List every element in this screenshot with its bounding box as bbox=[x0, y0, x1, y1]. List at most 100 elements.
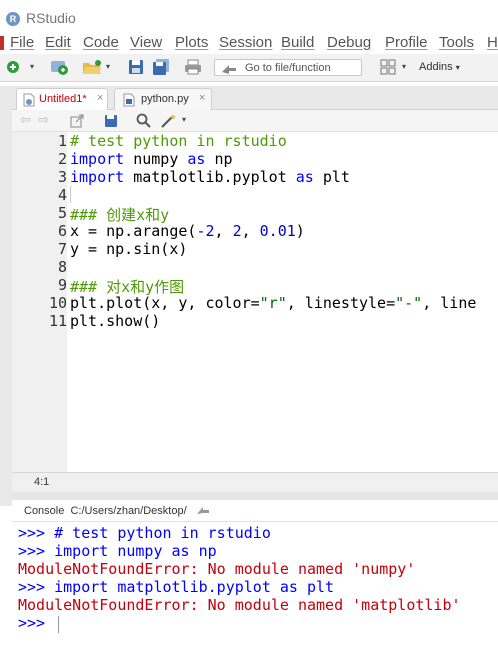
line-number: 5 bbox=[57, 204, 67, 222]
save-editor-icon[interactable] bbox=[104, 114, 118, 128]
line-number: 4 bbox=[57, 186, 67, 204]
console-prompt-line: >>> import matplotlib.pyplot as plt bbox=[18, 578, 335, 596]
line-number: 8 bbox=[57, 258, 67, 276]
menu-debug[interactable]: Debug bbox=[327, 34, 371, 51]
code-token: as bbox=[187, 150, 206, 168]
tab-label: Untitled1* bbox=[39, 93, 87, 105]
r-file-icon bbox=[23, 93, 35, 107]
magic-wand-icon[interactable] bbox=[160, 113, 178, 129]
editor-status-bar: 4:1 bbox=[12, 472, 498, 492]
console-header: Console C:/Users/zhan/Desktop/ bbox=[12, 500, 498, 522]
code-token: , linestyle= bbox=[286, 294, 396, 312]
code-line: plt.show() bbox=[70, 312, 160, 330]
code-line: plt.plot(x, y, color="r", linestyle="-",… bbox=[70, 294, 476, 312]
print-icon[interactable] bbox=[184, 59, 202, 75]
goto-file-input[interactable]: Go to file/function bbox=[214, 59, 362, 76]
rstudio-logo-icon: R bbox=[6, 12, 20, 26]
code-token: , line bbox=[422, 294, 477, 312]
new-file-icon[interactable] bbox=[6, 59, 22, 75]
console-output[interactable]: >>> # test python in rstudio >>> import n… bbox=[12, 522, 498, 645]
console-prompt-line: >>> bbox=[18, 614, 55, 632]
code-token: np bbox=[205, 150, 233, 168]
menu-code[interactable]: Code bbox=[83, 34, 119, 51]
console-error-line: ModuleNotFoundError: No module named 'nu… bbox=[18, 560, 416, 578]
close-icon[interactable]: × bbox=[97, 92, 103, 104]
menu-help[interactable]: H bbox=[487, 34, 498, 51]
code-token: 0.01 bbox=[259, 222, 296, 240]
chevron-down-icon: ▾ bbox=[455, 63, 460, 72]
code-token: matplotlib.pyplot bbox=[124, 168, 296, 186]
save-all-icon[interactable] bbox=[152, 59, 170, 75]
line-number-gutter: 1 2 3 4 5 6 7 8 9 10 11 bbox=[12, 132, 67, 472]
menu-session[interactable]: Session bbox=[219, 34, 272, 51]
text-cursor bbox=[70, 186, 71, 203]
menu-tools[interactable]: Tools bbox=[439, 34, 474, 51]
goto-arrow-icon bbox=[222, 65, 236, 74]
tab-python-py[interactable]: python.py × bbox=[114, 88, 212, 110]
console-path: C:/Users/zhan/Desktop/ bbox=[70, 505, 187, 517]
code-token: -2 bbox=[196, 222, 215, 240]
find-icon[interactable] bbox=[136, 113, 152, 129]
addins-label: Addins bbox=[419, 61, 453, 73]
code-token: as bbox=[295, 168, 314, 186]
menu-bar: File Edit Code View Plots Session Build … bbox=[0, 34, 498, 54]
console-prompt-line: >>> # test python in rstudio bbox=[18, 524, 271, 542]
console-prompt-line: >>> import numpy as np bbox=[18, 542, 217, 560]
addins-menu[interactable]: Addins ▾ bbox=[419, 61, 460, 73]
tab-label: python.py bbox=[141, 93, 189, 105]
new-file-dropdown-icon[interactable]: ▾ bbox=[30, 62, 34, 71]
console-label: Console bbox=[24, 505, 65, 517]
code-token: plt.show() bbox=[70, 312, 161, 330]
tab-untitled1[interactable]: Untitled1* × bbox=[16, 88, 108, 110]
code-line: import matplotlib.pyplot as plt bbox=[70, 168, 350, 186]
code-token: plt bbox=[313, 168, 350, 186]
open-dropdown-icon[interactable]: ▾ bbox=[106, 62, 110, 71]
line-number: 7 bbox=[57, 240, 67, 258]
title-bar: R RStudio bbox=[0, 0, 498, 34]
console-error-line: ModuleNotFoundError: No module named 'ma… bbox=[18, 596, 461, 614]
grid-icon[interactable] bbox=[380, 59, 396, 75]
line-number: 1 bbox=[57, 132, 67, 150]
code-token: # test python in rstudio bbox=[70, 132, 287, 150]
app-title: RStudio bbox=[26, 10, 76, 26]
menu-view[interactable]: View bbox=[130, 34, 162, 51]
code-line: y = np.sin(x) bbox=[70, 240, 187, 258]
console-arrow-icon[interactable] bbox=[196, 504, 210, 516]
cursor-position: 4:1 bbox=[34, 476, 50, 488]
code-token: , bbox=[241, 222, 260, 240]
grid-dropdown-icon[interactable]: ▾ bbox=[402, 62, 406, 71]
menu-file[interactable]: File bbox=[10, 34, 34, 51]
code-token: x = np.arange( bbox=[70, 222, 197, 240]
menu-edit[interactable]: Edit bbox=[45, 34, 71, 51]
menu-profile[interactable]: Profile bbox=[385, 34, 428, 51]
code-token: , bbox=[214, 222, 233, 240]
back-icon[interactable]: ⇦ bbox=[20, 112, 31, 128]
line-number: 3 bbox=[57, 168, 67, 186]
line-number: 9 bbox=[57, 276, 67, 294]
editor-toolbar: ⇦ ⇨ ▾ bbox=[12, 110, 498, 132]
forward-icon[interactable]: ⇨ bbox=[38, 112, 49, 128]
code-line: import numpy as np bbox=[70, 150, 233, 168]
code-token: import bbox=[70, 168, 125, 186]
menu-plots[interactable]: Plots bbox=[175, 34, 208, 51]
goto-file-placeholder: Go to file/function bbox=[245, 62, 331, 74]
code-tools-dropdown-icon[interactable]: ▾ bbox=[182, 115, 186, 124]
save-icon[interactable] bbox=[128, 59, 144, 75]
python-file-icon bbox=[123, 93, 135, 107]
line-number: 2 bbox=[57, 150, 67, 168]
close-icon[interactable]: × bbox=[199, 92, 205, 104]
left-pane-edge bbox=[0, 86, 12, 506]
code-token: numpy bbox=[124, 150, 188, 168]
code-line: # test python in rstudio bbox=[70, 132, 287, 150]
open-project-icon[interactable] bbox=[50, 58, 70, 76]
open-folder-icon[interactable] bbox=[82, 59, 102, 75]
code-line: x = np.arange(-2, 2, 0.01) bbox=[70, 222, 305, 240]
pane-splitter[interactable] bbox=[12, 492, 498, 500]
source-editor[interactable]: 1 2 3 4 5 6 7 8 9 10 11 # test python in rstudio im… bbox=[12, 132, 498, 472]
code-token: import bbox=[70, 150, 125, 168]
console-title[interactable]: Console C:/Users/zhan/Desktop/ bbox=[24, 505, 187, 517]
code-token: y = np.sin(x) bbox=[70, 240, 188, 258]
show-in-window-icon[interactable] bbox=[70, 114, 84, 128]
menu-build[interactable]: Build bbox=[281, 34, 314, 51]
line-number: 11 bbox=[48, 312, 67, 330]
